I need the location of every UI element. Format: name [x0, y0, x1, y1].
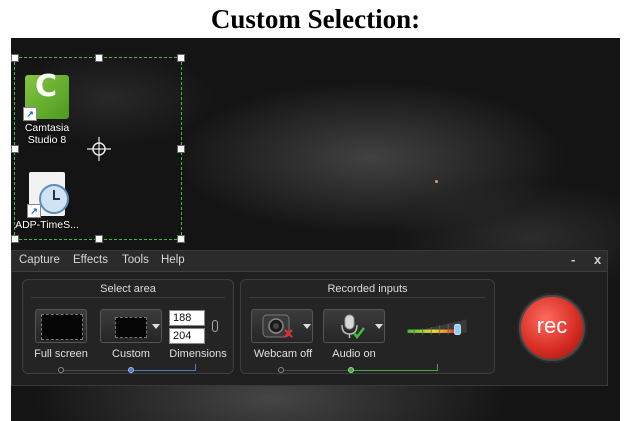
menu-capture[interactable]: Capture: [19, 254, 60, 266]
custom-label: Custom: [112, 348, 150, 360]
resize-handle-left[interactable]: [11, 145, 19, 153]
selection-track: [61, 370, 133, 371]
audio-label: Audio on: [332, 348, 376, 360]
menu-tools[interactable]: Tools: [122, 254, 149, 266]
audio-indicator: [348, 367, 354, 373]
chevron-down-icon: [303, 324, 311, 329]
resize-handle-top-right[interactable]: [177, 54, 185, 62]
record-button[interactable]: rec: [519, 295, 585, 361]
full-screen-button[interactable]: [35, 309, 87, 343]
record-label: rec: [536, 313, 568, 338]
recorder-toolbar: Capture Effects Tools Help - x Select ar…: [11, 250, 608, 386]
track-tick: [437, 364, 438, 371]
webcam-indicator: [278, 367, 284, 373]
panel-title: Recorded inputs: [327, 283, 408, 295]
close-button[interactable]: x: [594, 252, 601, 267]
panel-divider: [31, 297, 225, 298]
chevron-down-icon: [375, 324, 383, 329]
select-area-panel: Select area Full screen Custom 188 204 D…: [22, 279, 234, 374]
selection-track-active: [131, 370, 195, 371]
audio-dropdown-button[interactable]: [323, 309, 385, 343]
custom-dropdown-button[interactable]: [100, 309, 162, 343]
microphone-icon: [341, 314, 365, 339]
full-screen-label: Full screen: [34, 348, 88, 360]
recorded-inputs-panel: Recorded inputs Webcam off Audio on: [240, 279, 495, 374]
inputs-track: [281, 370, 351, 371]
webcam-dropdown-button[interactable]: [251, 309, 313, 343]
lock-aspect-icon[interactable]: [212, 320, 218, 332]
resize-handle-bottom[interactable]: [95, 235, 103, 243]
move-crosshair-icon[interactable]: [87, 137, 111, 161]
inputs-track-active: [351, 370, 437, 371]
menu-help[interactable]: Help: [161, 254, 185, 266]
full-screen-indicator: [58, 367, 64, 373]
menu-effects[interactable]: Effects: [73, 254, 108, 266]
width-input[interactable]: 188: [169, 310, 205, 326]
dimensions-label: Dimensions: [169, 348, 227, 360]
resize-handle-top-left[interactable]: [11, 54, 19, 62]
panel-title: Select area: [100, 283, 156, 295]
custom-indicator: [128, 367, 134, 373]
panel-divider: [249, 297, 486, 298]
resize-handle-bottom-left[interactable]: [11, 235, 19, 243]
minimize-button[interactable]: -: [571, 252, 575, 267]
webcam-label: Webcam off: [253, 348, 313, 360]
menu-bar: Capture Effects Tools Help - x: [12, 251, 607, 272]
height-input[interactable]: 204: [169, 328, 205, 344]
page-title: Custom Selection:: [210, 4, 421, 34]
resize-handle-bottom-right[interactable]: [177, 235, 185, 243]
resize-handle-right[interactable]: [177, 145, 185, 153]
chevron-down-icon: [152, 324, 160, 329]
full-screen-icon: [41, 314, 83, 340]
star-dot: [435, 180, 438, 183]
webcam-off-icon: [262, 314, 293, 338]
resize-handle-top[interactable]: [95, 54, 103, 62]
track-tick: [195, 364, 196, 371]
custom-region-icon: [115, 317, 147, 338]
audio-volume-meter[interactable]: [401, 316, 475, 338]
volume-slider-thumb[interactable]: [454, 324, 461, 336]
